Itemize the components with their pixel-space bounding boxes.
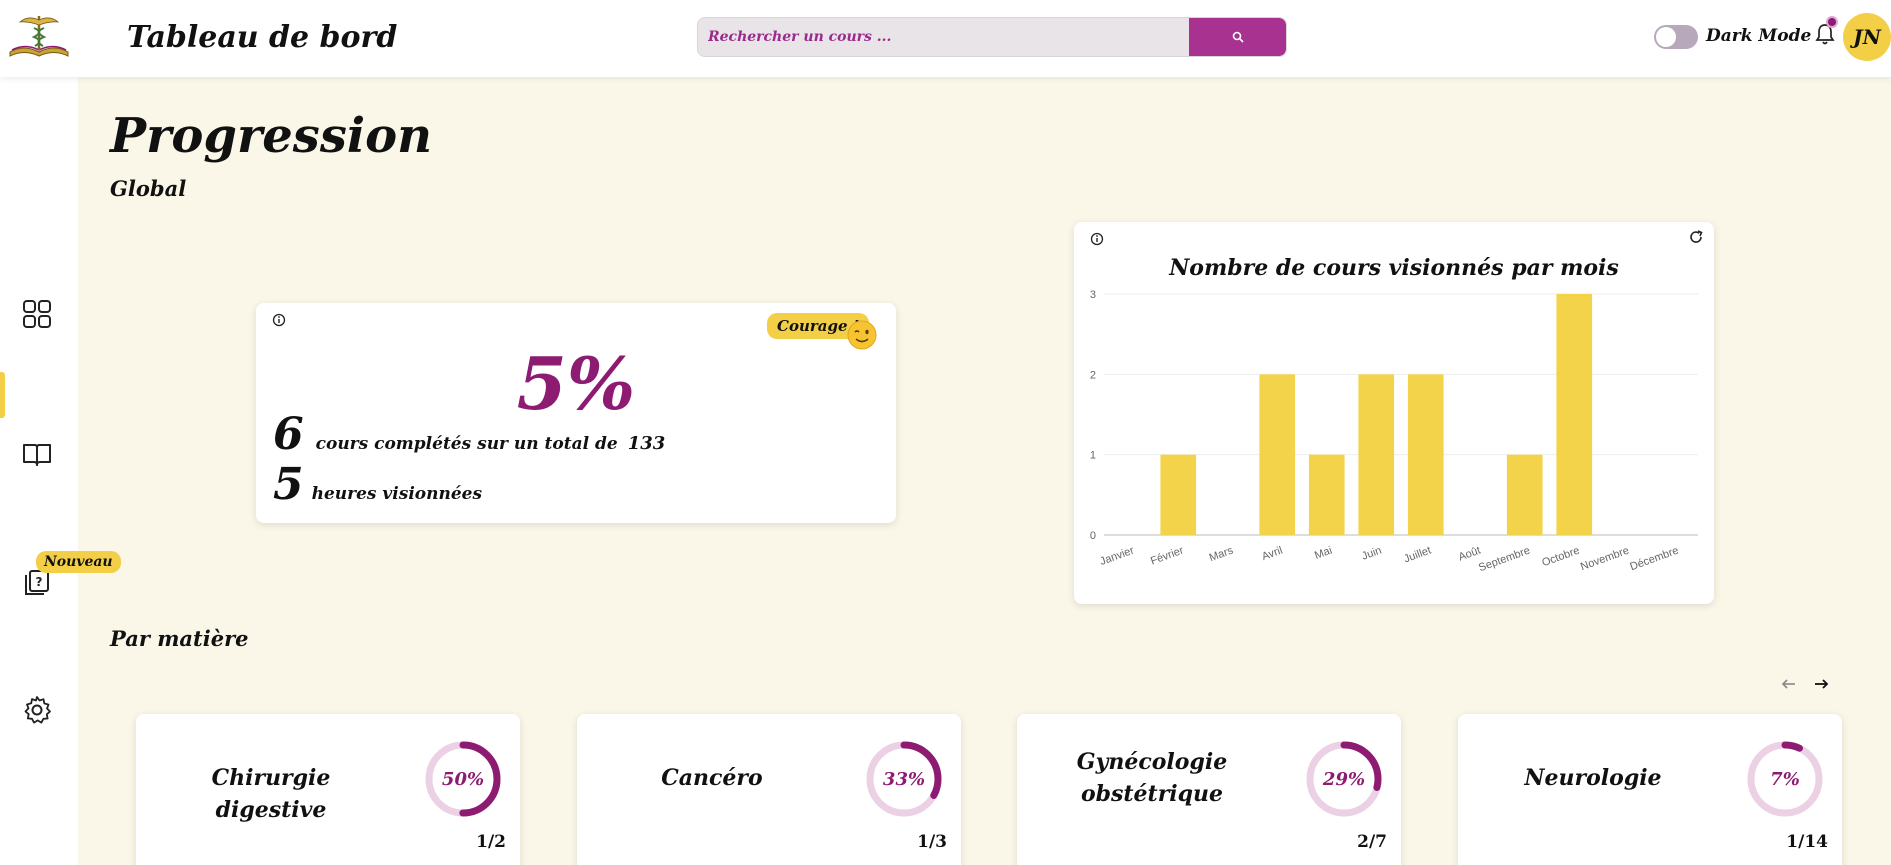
bar-chart: 0 1 2 3 Janvier Février Mars Avril Mai Juin Juille… xyxy=(1090,289,1698,575)
y-tick-label: 0 xyxy=(1090,530,1096,542)
hours-line: 5 heures visionnées xyxy=(273,459,482,510)
subject-card-cancero[interactable]: Cancéro 33% 1/3 xyxy=(577,714,961,865)
x-tick-label: Mars xyxy=(1208,544,1236,564)
progress-ring: 7% xyxy=(1747,741,1823,817)
completed-courses-line: 6 cours complétés sur un total de 133 xyxy=(273,409,665,460)
subject-name: Chirurgie digestive xyxy=(211,765,331,823)
chart-bar[interactable] xyxy=(1506,454,1543,535)
total-courses: 133 xyxy=(627,433,666,454)
x-tick-label: Novembre xyxy=(1579,545,1631,574)
subject-card-gynecologie[interactable]: Gynécologie obstétrique 29% 2/7 xyxy=(1017,714,1401,865)
chart-bar[interactable] xyxy=(1358,374,1395,535)
chart-bar[interactable] xyxy=(1259,374,1296,535)
sidebar-active-indicator xyxy=(0,372,5,418)
search-bar xyxy=(697,17,1287,57)
subject-card-neurologie[interactable]: Neurologie 7% 1/14 xyxy=(1458,714,1842,865)
search-input[interactable] xyxy=(698,18,1191,56)
caduceus-book-logo[interactable] xyxy=(6,12,72,60)
arrow-left-icon[interactable] xyxy=(1780,675,1798,693)
y-tick-label: 1 xyxy=(1090,450,1096,462)
section-global-label: Global xyxy=(110,176,187,201)
book-open-icon[interactable] xyxy=(22,439,52,469)
chart-bar[interactable] xyxy=(1407,374,1444,535)
progress-ring: 29% xyxy=(1306,741,1382,817)
x-tick-label: Avril xyxy=(1260,545,1284,564)
chart-bar[interactable] xyxy=(1160,454,1197,535)
progress-ring-label: 33% xyxy=(883,769,925,790)
completed-count: 6 xyxy=(273,409,304,460)
x-tick-label: Juillet xyxy=(1402,545,1433,566)
x-tick-label: Juin xyxy=(1360,545,1383,563)
page-header-title: Tableau de bord xyxy=(127,20,398,55)
y-tick-label: 2 xyxy=(1090,369,1096,381)
x-tick-label: Février xyxy=(1149,544,1186,567)
progress-ring-label: 50% xyxy=(442,769,484,790)
top-header: Tableau de bord Dark Mode JN xyxy=(0,0,1891,77)
x-tick-label: Août xyxy=(1457,545,1482,564)
x-tick-label: Octobre xyxy=(1540,545,1581,570)
progress-ring: 50% xyxy=(425,741,501,817)
x-tick-label: Janvier xyxy=(1098,544,1136,568)
progress-ring-label: 29% xyxy=(1322,769,1365,790)
subject-name: Gynécologie obstétrique xyxy=(1076,749,1228,807)
subject-count: 1/2 xyxy=(476,832,506,852)
progress-ring-label: 7% xyxy=(1770,769,1800,790)
hours-text: heures visionnées xyxy=(311,484,483,504)
monthly-chart-card: Nombre de cours visionnés par mois 0123J… xyxy=(1074,222,1714,604)
completed-text: cours complétés sur un total de xyxy=(315,434,618,454)
search-icon xyxy=(1232,31,1244,43)
subject-card-chirurgie[interactable]: Chirurgie digestive 50% 1/2 xyxy=(136,714,520,865)
info-icon[interactable] xyxy=(272,313,286,327)
avatar[interactable]: JN xyxy=(1843,13,1891,61)
x-tick-label: Mai xyxy=(1313,545,1334,562)
x-tick-label: Septembre xyxy=(1477,545,1532,575)
search-button[interactable] xyxy=(1189,18,1286,56)
subject-count: 2/7 xyxy=(1357,832,1387,852)
svg-text:?: ? xyxy=(36,575,43,589)
progress-ring: 33% xyxy=(866,741,942,817)
chart-bar[interactable] xyxy=(1308,454,1345,535)
new-badge: Nouveau xyxy=(36,551,121,573)
global-progress-card: Courage ! 5% 6 cours complétés sur un to… xyxy=(256,303,896,523)
hours-count: 5 xyxy=(273,459,304,510)
y-tick-label: 3 xyxy=(1090,289,1096,301)
arrow-right-icon[interactable] xyxy=(1812,675,1830,693)
dashboard-grid-icon[interactable] xyxy=(22,299,52,329)
subject-name: Cancéro xyxy=(661,765,763,791)
notification-dot xyxy=(1826,16,1838,28)
page-title: Progression xyxy=(110,108,432,164)
gear-icon[interactable] xyxy=(22,695,52,725)
toggle-knob xyxy=(1656,27,1676,47)
dark-mode-label: Dark Mode xyxy=(1706,26,1812,46)
subject-count: 1/3 xyxy=(917,832,947,852)
x-tick-label: Décembre xyxy=(1628,545,1680,574)
chart-bar[interactable] xyxy=(1556,294,1593,535)
subject-name: Neurologie xyxy=(1524,765,1662,791)
dark-mode-toggle[interactable] xyxy=(1654,25,1698,49)
section-by-subject-label: Par matière xyxy=(110,626,249,651)
subject-count: 1/14 xyxy=(1786,832,1828,852)
sidebar: ? xyxy=(0,77,78,865)
